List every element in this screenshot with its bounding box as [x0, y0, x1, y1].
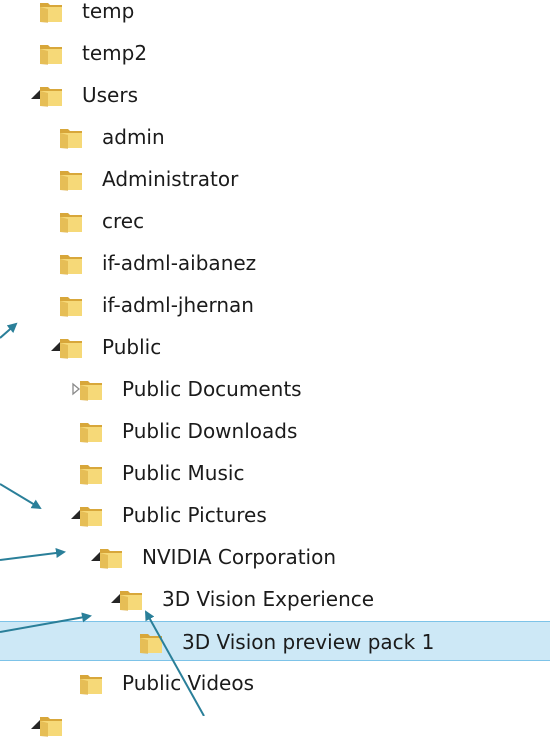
tree-item[interactable]: Public — [0, 327, 550, 367]
folder-icon — [138, 630, 164, 656]
tree-item-label: if-adml-jhernan — [102, 293, 254, 317]
tree-item-label: Users — [82, 83, 139, 107]
tree-item-label: crec — [102, 209, 145, 233]
tree-item[interactable]: temp — [0, 0, 550, 31]
folder-icon — [58, 209, 84, 235]
folder-icon — [38, 713, 64, 739]
tree-item[interactable]: admin — [0, 117, 550, 157]
folder-icon — [78, 461, 104, 487]
folder-icon — [98, 545, 124, 571]
tree-item-label: admin — [102, 125, 165, 149]
tree-item[interactable]: crec — [0, 201, 550, 241]
folder-icon — [58, 167, 84, 193]
folder-icon — [78, 419, 104, 445]
folder-icon — [38, 41, 64, 67]
tree-item[interactable]: NVIDIA Corporation — [0, 537, 550, 577]
folder-icon — [58, 251, 84, 277]
tree-item[interactable] — [0, 705, 550, 745]
tree-item-label: Public Music — [122, 461, 245, 485]
tree-item[interactable]: Public Videos — [0, 663, 550, 703]
folder-icon — [58, 125, 84, 151]
tree-item[interactable]: Public Downloads — [0, 411, 550, 451]
folder-icon — [38, 83, 64, 109]
tree-item-label: Public — [102, 335, 162, 359]
folder-icon — [78, 377, 104, 403]
tree-item[interactable]: Public Music — [0, 453, 550, 493]
folder-icon — [58, 335, 84, 361]
tree-item[interactable]: temp2 — [0, 33, 550, 73]
folder-icon — [78, 503, 104, 529]
tree-item[interactable]: if-adml-aibanez — [0, 243, 550, 283]
folder-tree: temp temp2 Users admin Administrator crec if-a… — [0, 0, 550, 737]
folder-icon — [58, 293, 84, 319]
tree-item[interactable]: 3D Vision Experience — [0, 579, 550, 619]
tree-item-label: Administrator — [102, 167, 239, 191]
tree-item[interactable]: Users — [0, 75, 550, 115]
folder-icon — [78, 671, 104, 697]
folder-icon — [118, 587, 144, 613]
tree-item-label: if-adml-aibanez — [102, 251, 257, 275]
tree-item[interactable]: Public Documents — [0, 369, 550, 409]
tree-item-label: 3D Vision preview pack 1 — [182, 630, 435, 654]
tree-item[interactable]: if-adml-jhernan — [0, 285, 550, 325]
tree-item-label: NVIDIA Corporation — [142, 545, 337, 569]
tree-item-label: temp2 — [82, 41, 148, 65]
tree-item-label: Public Pictures — [122, 503, 267, 527]
tree-item[interactable]: Public Pictures — [0, 495, 550, 535]
tree-item-label: Public Videos — [122, 671, 255, 695]
tree-item-label: 3D Vision Experience — [162, 587, 375, 611]
tree-item-label: Public Downloads — [122, 419, 298, 443]
folder-icon — [38, 0, 64, 25]
tree-item[interactable]: Administrator — [0, 159, 550, 199]
tree-item-label: Public Documents — [122, 377, 302, 401]
tree-item-label: temp — [82, 0, 135, 23]
tree-item[interactable]: 3D Vision preview pack 1 — [0, 621, 550, 661]
